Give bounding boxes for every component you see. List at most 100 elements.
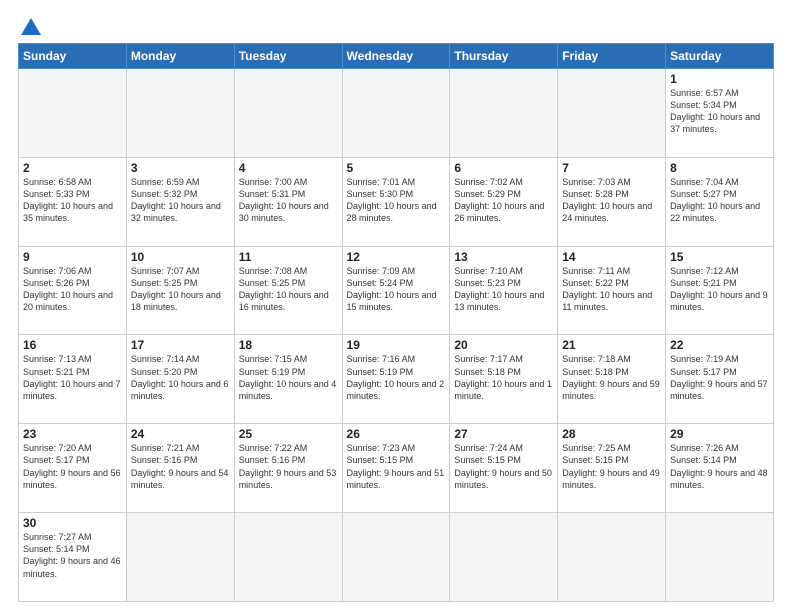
- week-row-0: 1Sunrise: 6:57 AM Sunset: 5:34 PM Daylig…: [19, 69, 774, 158]
- calendar-cell: [126, 69, 234, 158]
- day-number: 30: [23, 516, 122, 530]
- calendar-cell: [450, 513, 558, 602]
- day-number: 26: [347, 427, 446, 441]
- calendar-cell: 19Sunrise: 7:16 AM Sunset: 5:19 PM Dayli…: [342, 335, 450, 424]
- calendar-cell: [19, 69, 127, 158]
- calendar-cell: 15Sunrise: 7:12 AM Sunset: 5:21 PM Dayli…: [666, 246, 774, 335]
- day-number: 24: [131, 427, 230, 441]
- calendar-cell: 13Sunrise: 7:10 AM Sunset: 5:23 PM Dayli…: [450, 246, 558, 335]
- day-info: Sunrise: 6:58 AM Sunset: 5:33 PM Dayligh…: [23, 176, 122, 225]
- day-number: 5: [347, 161, 446, 175]
- day-number: 23: [23, 427, 122, 441]
- calendar-cell: 10Sunrise: 7:07 AM Sunset: 5:25 PM Dayli…: [126, 246, 234, 335]
- day-info: Sunrise: 6:57 AM Sunset: 5:34 PM Dayligh…: [670, 87, 769, 136]
- day-info: Sunrise: 7:21 AM Sunset: 5:16 PM Dayligh…: [131, 442, 230, 491]
- day-info: Sunrise: 7:00 AM Sunset: 5:31 PM Dayligh…: [239, 176, 338, 225]
- week-row-3: 16Sunrise: 7:13 AM Sunset: 5:21 PM Dayli…: [19, 335, 774, 424]
- day-number: 8: [670, 161, 769, 175]
- day-info: Sunrise: 6:59 AM Sunset: 5:32 PM Dayligh…: [131, 176, 230, 225]
- day-info: Sunrise: 7:06 AM Sunset: 5:26 PM Dayligh…: [23, 265, 122, 314]
- calendar-cell: [558, 513, 666, 602]
- day-info: Sunrise: 7:12 AM Sunset: 5:21 PM Dayligh…: [670, 265, 769, 314]
- day-info: Sunrise: 7:10 AM Sunset: 5:23 PM Dayligh…: [454, 265, 553, 314]
- day-info: Sunrise: 7:15 AM Sunset: 5:19 PM Dayligh…: [239, 353, 338, 402]
- day-number: 11: [239, 250, 338, 264]
- day-info: Sunrise: 7:23 AM Sunset: 5:15 PM Dayligh…: [347, 442, 446, 491]
- day-number: 20: [454, 338, 553, 352]
- calendar-cell: [234, 69, 342, 158]
- calendar-cell: 26Sunrise: 7:23 AM Sunset: 5:15 PM Dayli…: [342, 424, 450, 513]
- day-number: 3: [131, 161, 230, 175]
- weekday-friday: Friday: [558, 44, 666, 69]
- weekday-thursday: Thursday: [450, 44, 558, 69]
- calendar-cell: [342, 513, 450, 602]
- day-info: Sunrise: 7:09 AM Sunset: 5:24 PM Dayligh…: [347, 265, 446, 314]
- day-number: 18: [239, 338, 338, 352]
- day-number: 14: [562, 250, 661, 264]
- calendar-cell: 8Sunrise: 7:04 AM Sunset: 5:27 PM Daylig…: [666, 157, 774, 246]
- day-number: 2: [23, 161, 122, 175]
- day-number: 22: [670, 338, 769, 352]
- day-info: Sunrise: 7:14 AM Sunset: 5:20 PM Dayligh…: [131, 353, 230, 402]
- day-info: Sunrise: 7:04 AM Sunset: 5:27 PM Dayligh…: [670, 176, 769, 225]
- logo-triangle-icon: [21, 18, 41, 35]
- calendar-cell: 14Sunrise: 7:11 AM Sunset: 5:22 PM Dayli…: [558, 246, 666, 335]
- calendar-cell: 27Sunrise: 7:24 AM Sunset: 5:15 PM Dayli…: [450, 424, 558, 513]
- day-number: 12: [347, 250, 446, 264]
- calendar-cell: 24Sunrise: 7:21 AM Sunset: 5:16 PM Dayli…: [126, 424, 234, 513]
- day-number: 7: [562, 161, 661, 175]
- day-info: Sunrise: 7:08 AM Sunset: 5:25 PM Dayligh…: [239, 265, 338, 314]
- weekday-tuesday: Tuesday: [234, 44, 342, 69]
- calendar-cell: 3Sunrise: 6:59 AM Sunset: 5:32 PM Daylig…: [126, 157, 234, 246]
- day-number: 6: [454, 161, 553, 175]
- day-info: Sunrise: 7:17 AM Sunset: 5:18 PM Dayligh…: [454, 353, 553, 402]
- calendar-cell: 22Sunrise: 7:19 AM Sunset: 5:17 PM Dayli…: [666, 335, 774, 424]
- day-number: 17: [131, 338, 230, 352]
- calendar-cell: 11Sunrise: 7:08 AM Sunset: 5:25 PM Dayli…: [234, 246, 342, 335]
- day-number: 16: [23, 338, 122, 352]
- weekday-sunday: Sunday: [19, 44, 127, 69]
- calendar-cell: [450, 69, 558, 158]
- calendar-cell: [342, 69, 450, 158]
- day-info: Sunrise: 7:19 AM Sunset: 5:17 PM Dayligh…: [670, 353, 769, 402]
- week-row-2: 9Sunrise: 7:06 AM Sunset: 5:26 PM Daylig…: [19, 246, 774, 335]
- day-number: 28: [562, 427, 661, 441]
- day-info: Sunrise: 7:13 AM Sunset: 5:21 PM Dayligh…: [23, 353, 122, 402]
- day-number: 9: [23, 250, 122, 264]
- day-info: Sunrise: 7:27 AM Sunset: 5:14 PM Dayligh…: [23, 531, 122, 580]
- day-info: Sunrise: 7:24 AM Sunset: 5:15 PM Dayligh…: [454, 442, 553, 491]
- calendar-cell: 21Sunrise: 7:18 AM Sunset: 5:18 PM Dayli…: [558, 335, 666, 424]
- calendar-cell: 23Sunrise: 7:20 AM Sunset: 5:17 PM Dayli…: [19, 424, 127, 513]
- day-info: Sunrise: 7:25 AM Sunset: 5:15 PM Dayligh…: [562, 442, 661, 491]
- day-number: 15: [670, 250, 769, 264]
- calendar-cell: [558, 69, 666, 158]
- calendar-cell: 28Sunrise: 7:25 AM Sunset: 5:15 PM Dayli…: [558, 424, 666, 513]
- calendar-table: SundayMondayTuesdayWednesdayThursdayFrid…: [18, 43, 774, 602]
- logo: [18, 18, 41, 35]
- day-info: Sunrise: 7:16 AM Sunset: 5:19 PM Dayligh…: [347, 353, 446, 402]
- day-info: Sunrise: 7:11 AM Sunset: 5:22 PM Dayligh…: [562, 265, 661, 314]
- weekday-header-row: SundayMondayTuesdayWednesdayThursdayFrid…: [19, 44, 774, 69]
- weekday-wednesday: Wednesday: [342, 44, 450, 69]
- calendar-cell: 4Sunrise: 7:00 AM Sunset: 5:31 PM Daylig…: [234, 157, 342, 246]
- calendar-cell: 30Sunrise: 7:27 AM Sunset: 5:14 PM Dayli…: [19, 513, 127, 602]
- calendar-cell: 2Sunrise: 6:58 AM Sunset: 5:33 PM Daylig…: [19, 157, 127, 246]
- calendar-cell: [126, 513, 234, 602]
- day-number: 19: [347, 338, 446, 352]
- header: [18, 18, 774, 35]
- day-info: Sunrise: 7:26 AM Sunset: 5:14 PM Dayligh…: [670, 442, 769, 491]
- calendar-cell: 16Sunrise: 7:13 AM Sunset: 5:21 PM Dayli…: [19, 335, 127, 424]
- weekday-monday: Monday: [126, 44, 234, 69]
- week-row-1: 2Sunrise: 6:58 AM Sunset: 5:33 PM Daylig…: [19, 157, 774, 246]
- calendar-cell: 25Sunrise: 7:22 AM Sunset: 5:16 PM Dayli…: [234, 424, 342, 513]
- calendar-cell: 1Sunrise: 6:57 AM Sunset: 5:34 PM Daylig…: [666, 69, 774, 158]
- week-row-4: 23Sunrise: 7:20 AM Sunset: 5:17 PM Dayli…: [19, 424, 774, 513]
- calendar-cell: 6Sunrise: 7:02 AM Sunset: 5:29 PM Daylig…: [450, 157, 558, 246]
- weekday-saturday: Saturday: [666, 44, 774, 69]
- calendar-cell: 12Sunrise: 7:09 AM Sunset: 5:24 PM Dayli…: [342, 246, 450, 335]
- day-info: Sunrise: 7:02 AM Sunset: 5:29 PM Dayligh…: [454, 176, 553, 225]
- day-number: 1: [670, 72, 769, 86]
- calendar-cell: [234, 513, 342, 602]
- calendar-cell: 29Sunrise: 7:26 AM Sunset: 5:14 PM Dayli…: [666, 424, 774, 513]
- day-info: Sunrise: 7:03 AM Sunset: 5:28 PM Dayligh…: [562, 176, 661, 225]
